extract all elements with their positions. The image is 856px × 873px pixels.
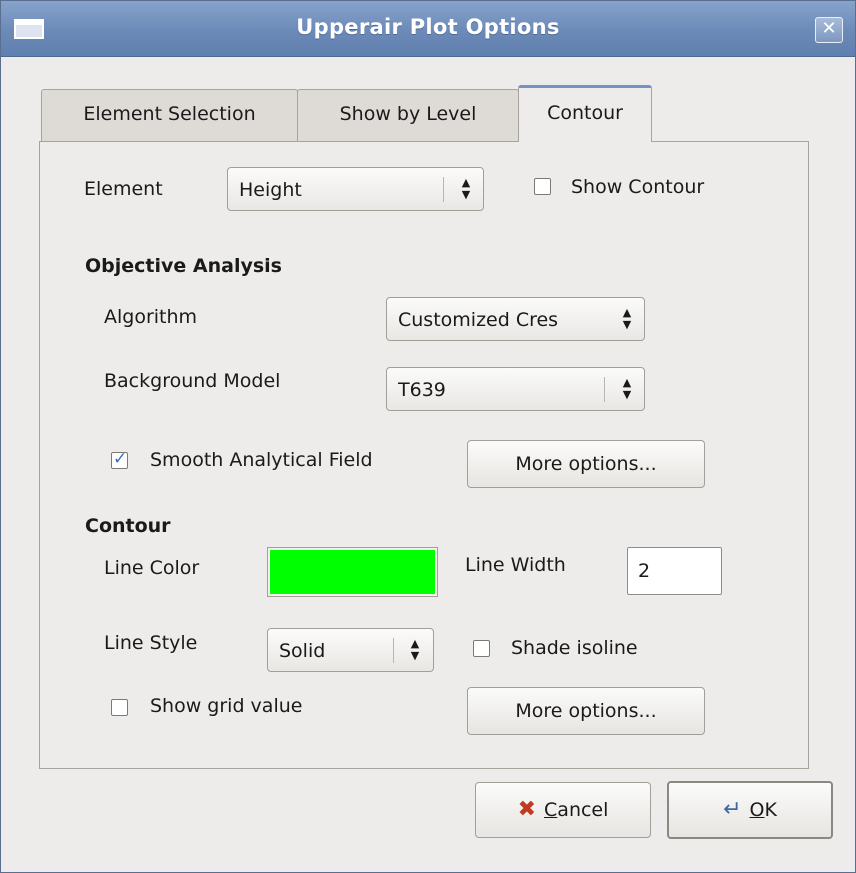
line-width-input[interactable]: 2 [627, 547, 722, 595]
ok-mnemonic: O [749, 799, 765, 821]
cancel-button[interactable]: ✖ Cancel [475, 782, 651, 838]
window-title: Upperair Plot Options [296, 15, 560, 39]
element-select[interactable]: Height ▲ ▼ [227, 167, 484, 211]
line-color-label: Line Color [104, 557, 200, 579]
ok-button[interactable]: ↵ OK [667, 781, 833, 839]
line-style-select[interactable]: Solid ▲ ▼ [267, 628, 434, 672]
analysis-more-options-button[interactable]: More options... [467, 440, 705, 488]
background-model-select-value: T639 [398, 379, 446, 401]
shade-isoline-label[interactable]: Shade isoline [511, 637, 638, 659]
line-style-select-value: Solid [279, 640, 326, 662]
combo-separator [393, 638, 394, 663]
smooth-analytical-field-checkbox[interactable] [111, 449, 128, 469]
show-grid-value-label[interactable]: Show grid value [150, 695, 302, 717]
background-model-label: Background Model [104, 370, 281, 392]
line-color-swatch [270, 550, 435, 594]
combo-separator [443, 177, 444, 202]
smooth-analytical-field-label[interactable]: Smooth Analytical Field [150, 449, 373, 471]
close-button[interactable]: ✕ [815, 17, 843, 43]
show-contour-checkbox[interactable] [534, 178, 551, 195]
combo-separator [604, 377, 605, 402]
line-width-label: Line Width [465, 554, 566, 576]
combo-arrows-icon: ▲ ▼ [622, 306, 632, 331]
objective-analysis-heading: Objective Analysis [85, 255, 282, 277]
cancel-mnemonic: C [544, 799, 558, 821]
line-style-label: Line Style [104, 632, 198, 654]
show-grid-value-checkbox[interactable] [111, 699, 128, 716]
algorithm-select-value: Customized Cres [398, 309, 559, 331]
cancel-icon: ✖ [517, 797, 537, 822]
algorithm-select[interactable]: Customized Cres ▲ ▼ [386, 297, 645, 341]
tab-element-selection[interactable]: Element Selection [41, 89, 298, 141]
background-model-select[interactable]: T639 ▲ ▼ [386, 367, 645, 411]
combo-arrows-icon: ▲ ▼ [410, 637, 420, 662]
combo-arrows-icon: ▲ ▼ [622, 376, 632, 401]
ok-label: K [764, 799, 777, 821]
ok-icon: ↵ [723, 797, 742, 822]
upperair-plot-options-dialog: Upperair Plot Options ✕ Element Selectio… [0, 0, 856, 873]
line-color-button[interactable] [267, 547, 438, 597]
title-bar[interactable]: Upperair Plot Options ✕ [1, 1, 855, 57]
algorithm-label: Algorithm [104, 306, 198, 328]
contour-more-options-button[interactable]: More options... [467, 687, 705, 735]
shade-isoline-checkbox[interactable] [473, 640, 490, 657]
cancel-label: ancel [557, 799, 609, 821]
contour-heading: Contour [85, 515, 171, 537]
tab-show-by-level[interactable]: Show by Level [297, 89, 519, 141]
combo-arrows-icon: ▲ ▼ [461, 176, 471, 201]
tab-contour[interactable]: Contour [518, 85, 652, 142]
element-label: Element [84, 178, 163, 200]
show-contour-label[interactable]: Show Contour [571, 176, 704, 198]
element-select-value: Height [239, 179, 302, 201]
